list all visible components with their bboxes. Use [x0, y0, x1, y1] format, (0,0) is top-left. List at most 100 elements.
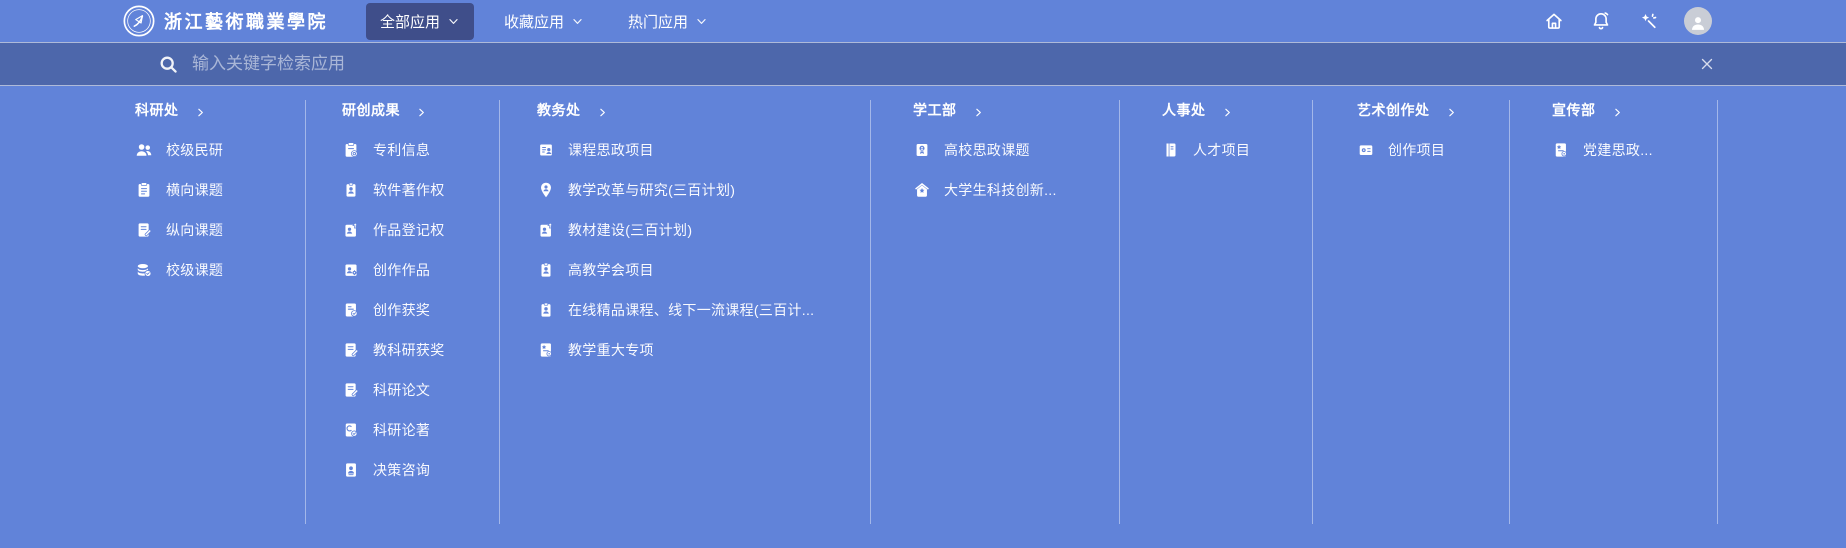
app-item[interactable]: 教材建设(三百计划) [537, 210, 870, 250]
magic-wand-icon[interactable] [1637, 10, 1659, 32]
department-column: 研创成果 专利信息 软件著作权 作品登记权 创作作品 创作获奖 教科研获奖 科研… [306, 100, 500, 524]
department-column: 学工部 高校思政课题 大学生科技创新... [871, 100, 1120, 524]
app-item[interactable]: 创作项目 [1357, 130, 1509, 170]
app-item-label: 校级课题 [166, 260, 223, 280]
doc-pen-icon [342, 381, 360, 399]
chevron-right-icon [1446, 105, 1457, 116]
search-input[interactable] [192, 54, 1698, 74]
app-item-label: 党建思政... [1583, 140, 1653, 160]
app-item[interactable]: 教学重大专项 [537, 330, 870, 370]
department-header[interactable]: 科研处 [135, 100, 305, 120]
book-person-icon [537, 141, 555, 159]
app-item[interactable]: 横向课题 [135, 170, 305, 210]
app-item[interactable]: 科研论著 [342, 410, 499, 450]
department-column: 教务处 课程思政项目 教学改革与研究(三百计划) 教材建设(三百计划) 高教学会… [500, 100, 871, 524]
department-app-list: 课程思政项目 教学改革与研究(三百计划) 教材建设(三百计划) 高教学会项目 在… [537, 130, 870, 370]
app-item-label: 教材建设(三百计划) [568, 220, 692, 240]
close-icon[interactable] [1698, 55, 1716, 73]
app-item-label: 作品登记权 [373, 220, 445, 240]
card-gear-icon [1357, 141, 1375, 159]
home-icon[interactable] [1543, 10, 1565, 32]
school-logo[interactable]: 浙江藝術職業學院 [122, 4, 328, 38]
app-item[interactable]: 校级课题 [135, 250, 305, 290]
app-item-label: 决策咨询 [373, 460, 430, 480]
nav-menu-item-label: 热门应用 [628, 11, 688, 32]
app-item[interactable]: 党建思政... [1552, 130, 1717, 170]
department-column: 人事处 人才项目 [1120, 100, 1313, 524]
app-search-bar [0, 42, 1846, 86]
app-item-label: 大学生科技创新... [944, 180, 1057, 200]
app-item-label: 纵向课题 [166, 220, 223, 240]
app-item[interactable]: 人才项目 [1162, 130, 1312, 170]
department-app-list: 党建思政... [1552, 130, 1717, 170]
app-item-label: 横向课题 [166, 180, 223, 200]
nav-menu-item-2[interactable]: 热门应用 [614, 3, 722, 40]
app-item[interactable]: 高教学会项目 [537, 250, 870, 290]
department-header[interactable]: 宣传部 [1552, 100, 1717, 120]
department-title: 研创成果 [342, 100, 400, 120]
chevron-right-icon [1612, 105, 1623, 116]
nav-menu-item-0[interactable]: 全部应用 [366, 3, 474, 40]
app-item-label: 软件著作权 [373, 180, 445, 200]
department-app-list: 人才项目 [1162, 130, 1312, 170]
app-item-label: 科研论著 [373, 420, 430, 440]
person-card-up-icon [342, 221, 360, 239]
school-seal-icon [122, 4, 156, 38]
badge-icon [537, 301, 555, 319]
chevron-right-icon [195, 105, 206, 116]
person-card-gear-icon [342, 261, 360, 279]
chevron-right-icon [416, 105, 427, 116]
department-app-list: 校级民研 横向课题 纵向课题 校级课题 [135, 130, 305, 290]
department-app-list: 专利信息 软件著作权 作品登记权 创作作品 创作获奖 教科研获奖 科研论文 科研… [342, 130, 499, 490]
app-item[interactable]: 大学生科技创新... [913, 170, 1119, 210]
app-item-label: 创作项目 [1388, 140, 1445, 160]
department-header[interactable]: 人事处 [1162, 100, 1312, 120]
app-item-label: 高校思政课题 [944, 140, 1030, 160]
app-item[interactable]: 教学改革与研究(三百计划) [537, 170, 870, 210]
department-header[interactable]: 学工部 [913, 100, 1119, 120]
nav-menu: 全部应用 收藏应用 热门应用 [366, 3, 722, 40]
star-doc-icon [537, 341, 555, 359]
app-item-label: 课程思政项目 [568, 140, 654, 160]
pin-person-icon [537, 181, 555, 199]
app-item-label: 校级民研 [166, 140, 223, 160]
doc-check-icon [342, 421, 360, 439]
house-star-icon [913, 181, 931, 199]
app-item[interactable]: 软件著作权 [342, 170, 499, 210]
app-item[interactable]: 作品登记权 [342, 210, 499, 250]
user-avatar[interactable] [1684, 7, 1712, 35]
app-item[interactable]: 校级民研 [135, 130, 305, 170]
app-item-label: 高教学会项目 [568, 260, 654, 280]
app-item[interactable]: 课程思政项目 [537, 130, 870, 170]
app-item-label: 在线精品课程、线下一流课程(三百计... [568, 300, 814, 320]
clipboard-icon [135, 181, 153, 199]
app-item[interactable]: 决策咨询 [342, 450, 499, 490]
department-title: 教务处 [537, 100, 581, 120]
app-item[interactable]: 在线精品课程、线下一流课程(三百计... [537, 290, 870, 330]
doc-award-icon [342, 301, 360, 319]
department-column: 科研处 校级民研 横向课题 纵向课题 校级课题 [0, 100, 306, 524]
department-header[interactable]: 艺术创作处 [1357, 100, 1509, 120]
app-item[interactable]: 创作获奖 [342, 290, 499, 330]
book-icon [1162, 141, 1180, 159]
department-header[interactable]: 教务处 [537, 100, 870, 120]
app-item-label: 创作获奖 [373, 300, 430, 320]
department-title: 宣传部 [1552, 100, 1596, 120]
app-item[interactable]: 创作作品 [342, 250, 499, 290]
badge-icon [342, 181, 360, 199]
department-title: 学工部 [913, 100, 957, 120]
app-item[interactable]: 高校思政课题 [913, 130, 1119, 170]
department-header[interactable]: 研创成果 [342, 100, 499, 120]
chevron-down-icon [447, 15, 460, 28]
app-item[interactable]: 教科研获奖 [342, 330, 499, 370]
app-item[interactable]: 纵向课题 [135, 210, 305, 250]
chevron-down-icon [571, 15, 584, 28]
nav-menu-item-label: 全部应用 [380, 11, 440, 32]
nav-menu-item-1[interactable]: 收藏应用 [490, 3, 598, 40]
navbar-right-icons [1543, 7, 1712, 35]
app-item-label: 创作作品 [373, 260, 430, 280]
bell-icon[interactable] [1590, 10, 1612, 32]
app-directory-panel: 科研处 校级民研 横向课题 纵向课题 校级课题 研创成果 专利信息 软件著作权 [0, 86, 1846, 524]
app-item[interactable]: 专利信息 [342, 130, 499, 170]
app-item[interactable]: 科研论文 [342, 370, 499, 410]
